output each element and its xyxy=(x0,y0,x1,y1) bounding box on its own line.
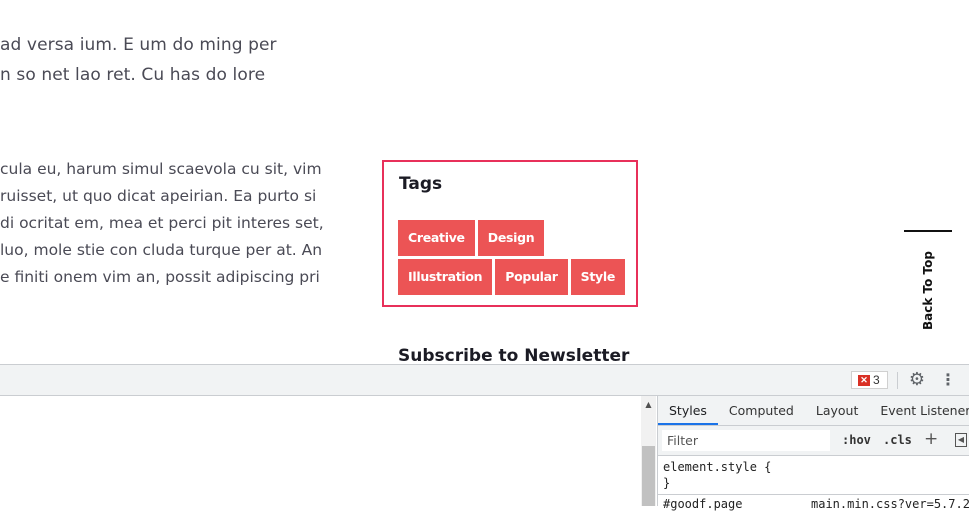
rule-selector: #goodf.page xyxy=(663,497,743,511)
filter-row: :hov .cls + ◀ xyxy=(658,426,969,456)
tab-layout[interactable]: Layout xyxy=(805,396,870,425)
tab-event-listeners[interactable]: Event Listeners xyxy=(869,396,969,425)
kebab-menu-icon[interactable]: ⋮ xyxy=(940,370,956,390)
tab-computed[interactable]: Computed xyxy=(718,396,805,425)
back-to-top-button[interactable]: Back To Top xyxy=(904,230,954,340)
paragraph-line: ruisset, ut quo dicat apeirian. Ea purto… xyxy=(0,187,317,205)
article-paragraph-2: cula eu, harum simul scaevola cu sit, vi… xyxy=(0,156,324,291)
newsletter-title: Subscribe to Newsletter xyxy=(398,346,630,364)
styles-tabs: Styles Computed Layout Event Listeners xyxy=(658,396,969,426)
devtools-panel: ✕ 3 ⚙ ⋮ ▲ Styles Computed Layout Event L… xyxy=(0,364,969,511)
tag-illustration[interactable]: Illustration xyxy=(398,259,493,295)
error-count: 3 xyxy=(873,373,880,387)
tab-styles[interactable]: Styles xyxy=(658,396,718,425)
scroll-up-arrow-icon[interactable]: ▲ xyxy=(641,400,656,410)
elements-scrollbar[interactable]: ▲ xyxy=(641,396,656,506)
paragraph-line: e finiti onem vim an, possit adipiscing … xyxy=(0,268,320,286)
toggle-sidebar-icon[interactable]: ◀ xyxy=(955,433,967,447)
error-count-badge[interactable]: ✕ 3 xyxy=(851,371,888,389)
scroll-thumb[interactable] xyxy=(642,446,655,506)
tag-popular[interactable]: Popular xyxy=(495,259,568,295)
gear-icon[interactable]: ⚙ xyxy=(907,370,927,390)
hov-toggle[interactable]: :hov xyxy=(842,433,871,447)
tags-widget: Tags Creative Design Illustration Popula… xyxy=(382,160,638,307)
tags-list: Creative Design Illustration Popular Sty… xyxy=(398,220,634,295)
paragraph-line: di ocritat em, mea et perci pit interes … xyxy=(0,214,324,232)
element-style-close-brace: } xyxy=(663,476,671,490)
new-rule-plus-icon[interactable]: + xyxy=(924,429,938,449)
styles-filter-input[interactable] xyxy=(662,430,830,451)
web-page: ad versa ium. E um do ming per n so net … xyxy=(0,0,969,364)
article-paragraph-1: ad versa ium. E um do ming per n so net … xyxy=(0,30,277,90)
toolbar-divider xyxy=(897,372,898,389)
back-to-top-label: Back To Top xyxy=(921,251,935,330)
rule-source-link[interactable]: main.min.css?ver=5.7.2: xyxy=(811,497,969,511)
error-x-icon: ✕ xyxy=(858,374,870,386)
element-style-rule[interactable]: element.style { } xyxy=(663,459,771,491)
cls-toggle[interactable]: .cls xyxy=(883,433,912,447)
back-to-top-line xyxy=(904,230,952,232)
styles-pane: Styles Computed Layout Event Listeners :… xyxy=(657,396,969,511)
rule-divider xyxy=(658,494,969,495)
devtools-toolbar: ✕ 3 ⚙ ⋮ xyxy=(0,365,969,396)
paragraph-line: cula eu, harum simul scaevola cu sit, vi… xyxy=(0,160,322,178)
paragraph-line: ad versa ium. E um do ming per xyxy=(0,35,277,55)
elements-pane[interactable] xyxy=(0,396,641,506)
paragraph-line: n so net lao ret. Cu has do lore xyxy=(0,65,266,85)
paragraph-line: luo, mole stie con cluda turque per at. … xyxy=(0,241,323,259)
tag-style[interactable]: Style xyxy=(570,259,626,295)
tag-design[interactable]: Design xyxy=(477,220,545,256)
tags-title: Tags xyxy=(399,174,443,194)
tag-creative[interactable]: Creative xyxy=(398,220,475,256)
element-style-selector: element.style { xyxy=(663,460,772,474)
